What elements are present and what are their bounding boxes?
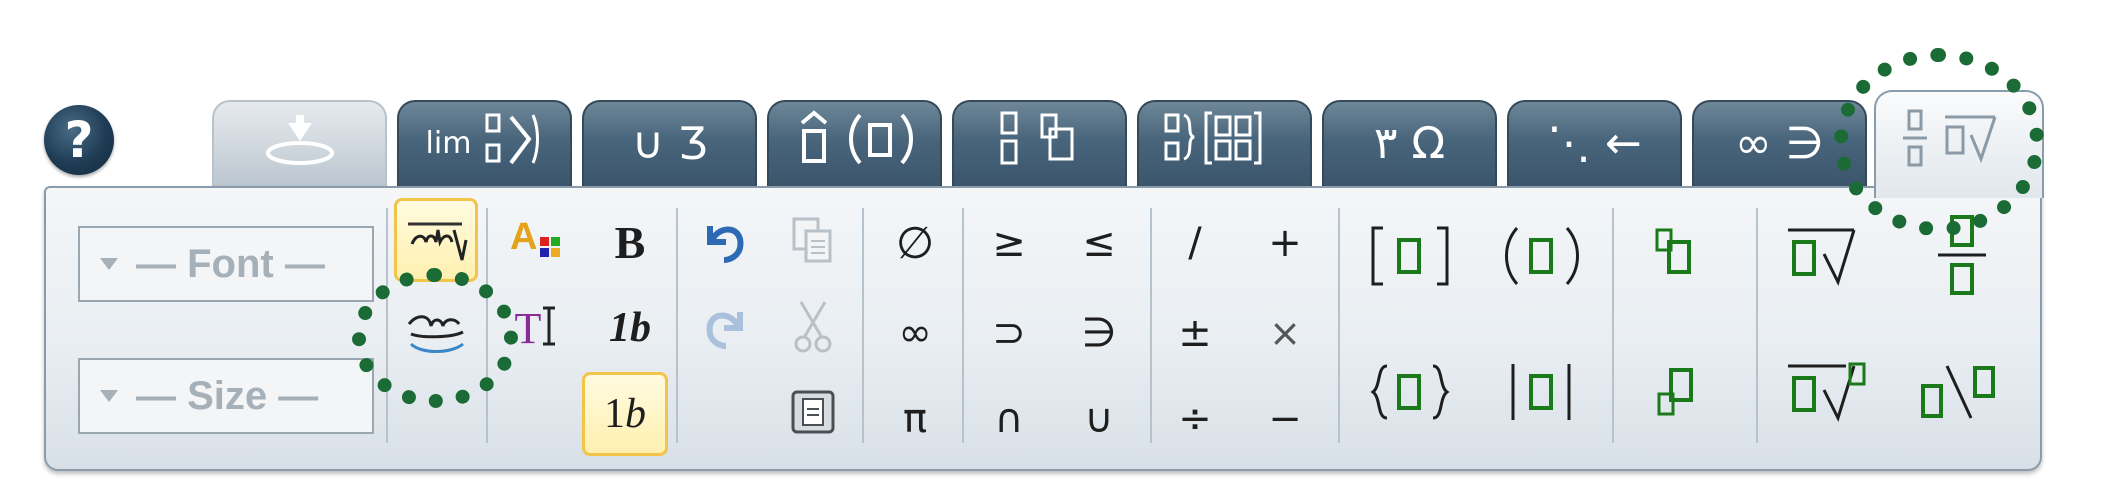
size-dropdown-label: — Size — [136, 373, 319, 418]
matrix-icon [1160, 109, 1290, 180]
upright-b-label: b [625, 391, 646, 437]
tab-paste [212, 100, 387, 186]
union-button[interactable]: ∪ [1064, 384, 1134, 454]
copy-button [782, 212, 844, 272]
tab-limits[interactable]: lim [397, 100, 572, 186]
limit-sum-icon [483, 109, 543, 180]
divide-button[interactable]: ÷ [1160, 384, 1230, 454]
equation-editor-toolbar: ? lim ∪ Ʒ ٣ Ω ⋱ ← ∞ ∋ — Font — — Size — … [0, 0, 2113, 504]
intersection-button[interactable]: ∩ [974, 384, 1044, 454]
text-mode-label: T [514, 303, 542, 353]
nth-root-icon [1784, 360, 1874, 428]
bold-button[interactable]: B [594, 212, 666, 272]
separator [676, 208, 678, 443]
subscript-icon [1647, 360, 1707, 428]
tab-greek-label: ٣ Ω [1373, 118, 1446, 169]
curly-braces-icon [1365, 360, 1455, 428]
undo-button[interactable] [694, 212, 756, 272]
tab-matrices[interactable] [1137, 100, 1312, 186]
redo-icon [700, 302, 750, 354]
paste-button[interactable] [782, 384, 844, 444]
parens-box-icon [846, 109, 916, 180]
scissors-icon [793, 298, 833, 358]
tab-arrows-label: ⋱ ← [1547, 118, 1642, 169]
pi-button[interactable]: π [880, 384, 950, 454]
slash-button[interactable]: / [1160, 208, 1230, 278]
plus-button[interactable]: + [1250, 208, 1320, 278]
plus-minus-button[interactable]: ± [1160, 298, 1230, 368]
tab-greek[interactable]: ٣ Ω [1322, 100, 1497, 186]
leq-button[interactable]: ≤ [1064, 208, 1134, 278]
empty-set-button[interactable]: ∅ [880, 208, 950, 278]
separator [1612, 208, 1614, 443]
square-brackets-button[interactable] [1360, 218, 1460, 298]
square-brackets-icon [1365, 224, 1455, 292]
separator [962, 208, 964, 443]
tab-symbols-label: ∞ ∋ [1735, 118, 1824, 169]
hat-box-icon [794, 109, 834, 180]
tab-arrows[interactable]: ⋱ ← [1507, 100, 1682, 186]
text-cursor-icon [541, 304, 557, 352]
help-button[interactable]: ? [44, 105, 114, 175]
upright-math-button[interactable]: 1b [582, 372, 668, 456]
square-root-button[interactable] [1774, 218, 1884, 298]
tab-sets-label: ∪ Ʒ [631, 118, 708, 169]
size-dropdown[interactable]: — Size — [78, 358, 374, 434]
tab-sets[interactable]: ∪ Ʒ [582, 100, 757, 186]
redo-button [694, 298, 756, 358]
separator [1150, 208, 1152, 443]
absolute-value-icon [1497, 360, 1587, 428]
ni-button[interactable]: ∋ [1064, 298, 1134, 368]
parentheses-icon [1497, 224, 1587, 292]
subscript-button[interactable] [1632, 354, 1722, 434]
superscript-icon [1647, 224, 1707, 292]
chevron-down-icon [100, 258, 118, 270]
curly-braces-button[interactable] [1360, 354, 1460, 434]
times-button[interactable]: × [1250, 298, 1320, 368]
font-dropdown-label: — Font — [136, 241, 325, 286]
paste-tray-icon [260, 109, 340, 180]
inline-fraction-button[interactable] [1912, 354, 2012, 434]
chevron-down-icon [100, 390, 118, 402]
stacked-boxes-icon [990, 109, 1090, 180]
superset-button[interactable]: ⊃ [974, 298, 1044, 368]
color-palette-icon: A [506, 215, 566, 269]
superscript-button[interactable] [1632, 218, 1722, 298]
nth-root-button[interactable] [1774, 354, 1884, 434]
tab-limits-label: lim [425, 126, 472, 161]
highlight-ring [352, 268, 518, 408]
square-root-icon [1784, 224, 1874, 292]
italic-math-button[interactable]: 1b [590, 298, 670, 358]
infinity-button[interactable]: ∞ [880, 298, 950, 368]
svg-text:A: A [510, 216, 537, 258]
separator [1756, 208, 1758, 443]
inline-fraction-icon [1917, 360, 2007, 428]
minus-button[interactable]: − [1250, 384, 1320, 454]
highlight-ring [1834, 48, 2044, 236]
copy-icon [790, 215, 836, 269]
clipboard-icon [790, 389, 836, 439]
upright-1-label: 1 [604, 391, 625, 437]
cut-button [782, 298, 844, 358]
absolute-value-button[interactable] [1492, 354, 1592, 434]
undo-icon [700, 216, 750, 268]
separator [1338, 208, 1340, 443]
parentheses-button[interactable] [1492, 218, 1592, 298]
rtl-arabic-icon [404, 210, 468, 270]
tab-accents[interactable] [767, 100, 942, 186]
font-dropdown[interactable]: — Font — [78, 226, 374, 302]
tab-layouts[interactable] [952, 100, 1127, 186]
geq-button[interactable]: ≥ [974, 208, 1044, 278]
separator [862, 208, 864, 443]
color-button[interactable]: A [500, 212, 572, 272]
